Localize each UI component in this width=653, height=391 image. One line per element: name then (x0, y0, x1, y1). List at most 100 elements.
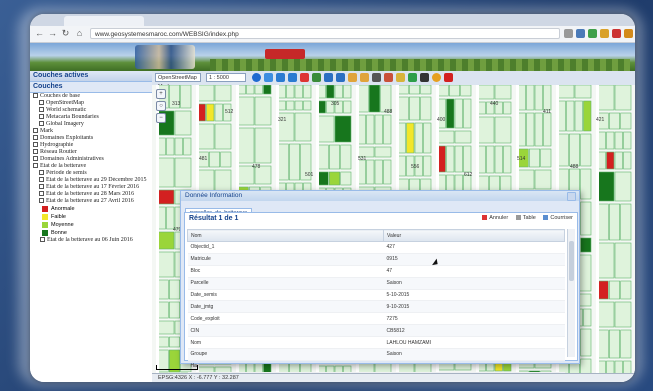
parcel[interactable] (397, 155, 406, 177)
parcel[interactable] (357, 114, 366, 145)
parcel[interactable] (623, 360, 632, 382)
layer-item[interactable]: Mark (32, 128, 152, 135)
layer-item[interactable]: Couches de base (32, 93, 152, 100)
parcel[interactable] (169, 279, 180, 300)
parcel[interactable] (414, 122, 423, 154)
parcel[interactable] (340, 144, 352, 170)
parcel[interactable] (526, 112, 535, 147)
layer-checkbox[interactable] (39, 121, 44, 127)
parcel[interactable] (454, 98, 463, 129)
layer-item[interactable]: Etat de la betterave au 28 Mars 2016 (32, 191, 152, 198)
back-icon[interactable]: ← (34, 28, 45, 39)
help-icon[interactable] (432, 73, 441, 82)
parcel[interactable] (614, 242, 632, 279)
layer-checkbox[interactable] (39, 170, 44, 176)
parcel[interactable] (580, 133, 592, 167)
layer-checkbox[interactable] (39, 100, 44, 106)
layer-item[interactable]: Etat de la betterave (32, 163, 152, 170)
parcel[interactable] (543, 85, 552, 111)
browser-tab[interactable] (64, 16, 144, 26)
parcel[interactable] (174, 137, 183, 156)
layer-item[interactable]: Hydrographie (32, 142, 152, 149)
forward-icon[interactable]: → (47, 28, 58, 39)
parcel[interactable] (566, 100, 575, 132)
base-layer-select[interactable]: OpenStreetMap Mark (155, 73, 201, 90)
parcel[interactable] (503, 101, 512, 115)
layer-checkbox[interactable] (33, 135, 38, 141)
parcel[interactable] (494, 85, 512, 100)
menu-icon[interactable] (624, 29, 633, 38)
parcel[interactable] (569, 133, 580, 167)
pan-button[interactable]: ○ (156, 101, 166, 111)
parcel[interactable] (597, 171, 615, 202)
parcel[interactable] (317, 85, 326, 99)
parcel[interactable] (437, 98, 446, 129)
parcel[interactable] (597, 85, 615, 111)
parcel[interactable] (317, 100, 326, 114)
layer-item[interactable]: Etat de la betterave au 27 Avril 2016 (32, 198, 152, 205)
table-row[interactable]: Objectid_1 427 (187, 241, 565, 254)
parcel[interactable] (157, 206, 166, 230)
layer-item[interactable]: Global Imagery (32, 121, 152, 128)
parcel[interactable] (374, 114, 383, 145)
parcel[interactable] (317, 171, 329, 186)
zoom-out-button[interactable]: − (156, 113, 166, 123)
parcel[interactable] (606, 131, 615, 150)
layer-checkbox[interactable] (39, 198, 44, 204)
table-row[interactable]: Parcelle Saison (187, 277, 565, 290)
settings-icon[interactable] (420, 73, 429, 82)
parcel[interactable] (574, 100, 583, 132)
parcel[interactable] (374, 146, 392, 158)
parcel[interactable] (246, 85, 255, 95)
extension-icon[interactable] (588, 29, 597, 38)
parcel[interactable] (183, 137, 192, 156)
layer-item[interactable]: Réseau Routier (32, 149, 152, 156)
parcel[interactable] (580, 201, 592, 236)
parcel[interactable] (157, 157, 175, 188)
parcel[interactable] (609, 280, 620, 300)
parcel[interactable] (446, 98, 455, 129)
parcel[interactable] (277, 100, 286, 111)
parcel[interactable] (406, 122, 415, 154)
parcel[interactable] (557, 133, 569, 167)
layer-checkbox[interactable] (33, 156, 38, 162)
parcel[interactable] (214, 103, 223, 122)
parcel[interactable] (606, 360, 615, 382)
parcel[interactable] (437, 130, 455, 144)
layer-checkbox[interactable] (39, 107, 44, 113)
parcel[interactable] (437, 145, 446, 173)
parcel[interactable] (289, 143, 300, 181)
parcel[interactable] (294, 85, 303, 99)
parcel[interactable] (597, 360, 606, 382)
parcel[interactable] (157, 301, 169, 319)
parcel[interactable] (614, 85, 632, 111)
parcel[interactable] (557, 85, 575, 99)
info-icon[interactable] (252, 73, 261, 82)
dialog-scrollbar[interactable] (567, 229, 575, 357)
parcel[interactable] (237, 96, 255, 126)
parcel[interactable] (580, 358, 592, 382)
table-row[interactable]: Nom LAHLOU HAMZAMI (187, 336, 565, 350)
scale-select[interactable]: 1 : 5000 (206, 73, 246, 82)
parcel[interactable] (209, 151, 220, 168)
parcel[interactable] (446, 145, 455, 173)
parcel[interactable] (597, 131, 606, 150)
column-header-value[interactable]: Valeur (383, 229, 565, 242)
parcel[interactable] (343, 100, 352, 114)
parcel[interactable] (326, 85, 335, 99)
parcel[interactable] (477, 101, 486, 115)
zoom-in-icon[interactable] (276, 73, 285, 82)
star-icon[interactable] (564, 29, 573, 38)
parcel[interactable] (463, 98, 472, 129)
parcel[interactable] (614, 171, 632, 202)
table-row[interactable]: Date_semis 5-10-2015 (187, 289, 565, 302)
parcel[interactable] (180, 85, 192, 109)
table-row[interactable]: Date_jmtg 9-10-2015 (187, 300, 565, 314)
reload-icon[interactable]: ↻ (60, 28, 71, 39)
select-icon[interactable] (372, 73, 381, 82)
parcel[interactable] (286, 85, 295, 99)
parcel[interactable] (197, 85, 215, 102)
parcel[interactable] (157, 231, 175, 250)
parcel[interactable] (286, 100, 295, 111)
parcel[interactable] (420, 96, 432, 121)
